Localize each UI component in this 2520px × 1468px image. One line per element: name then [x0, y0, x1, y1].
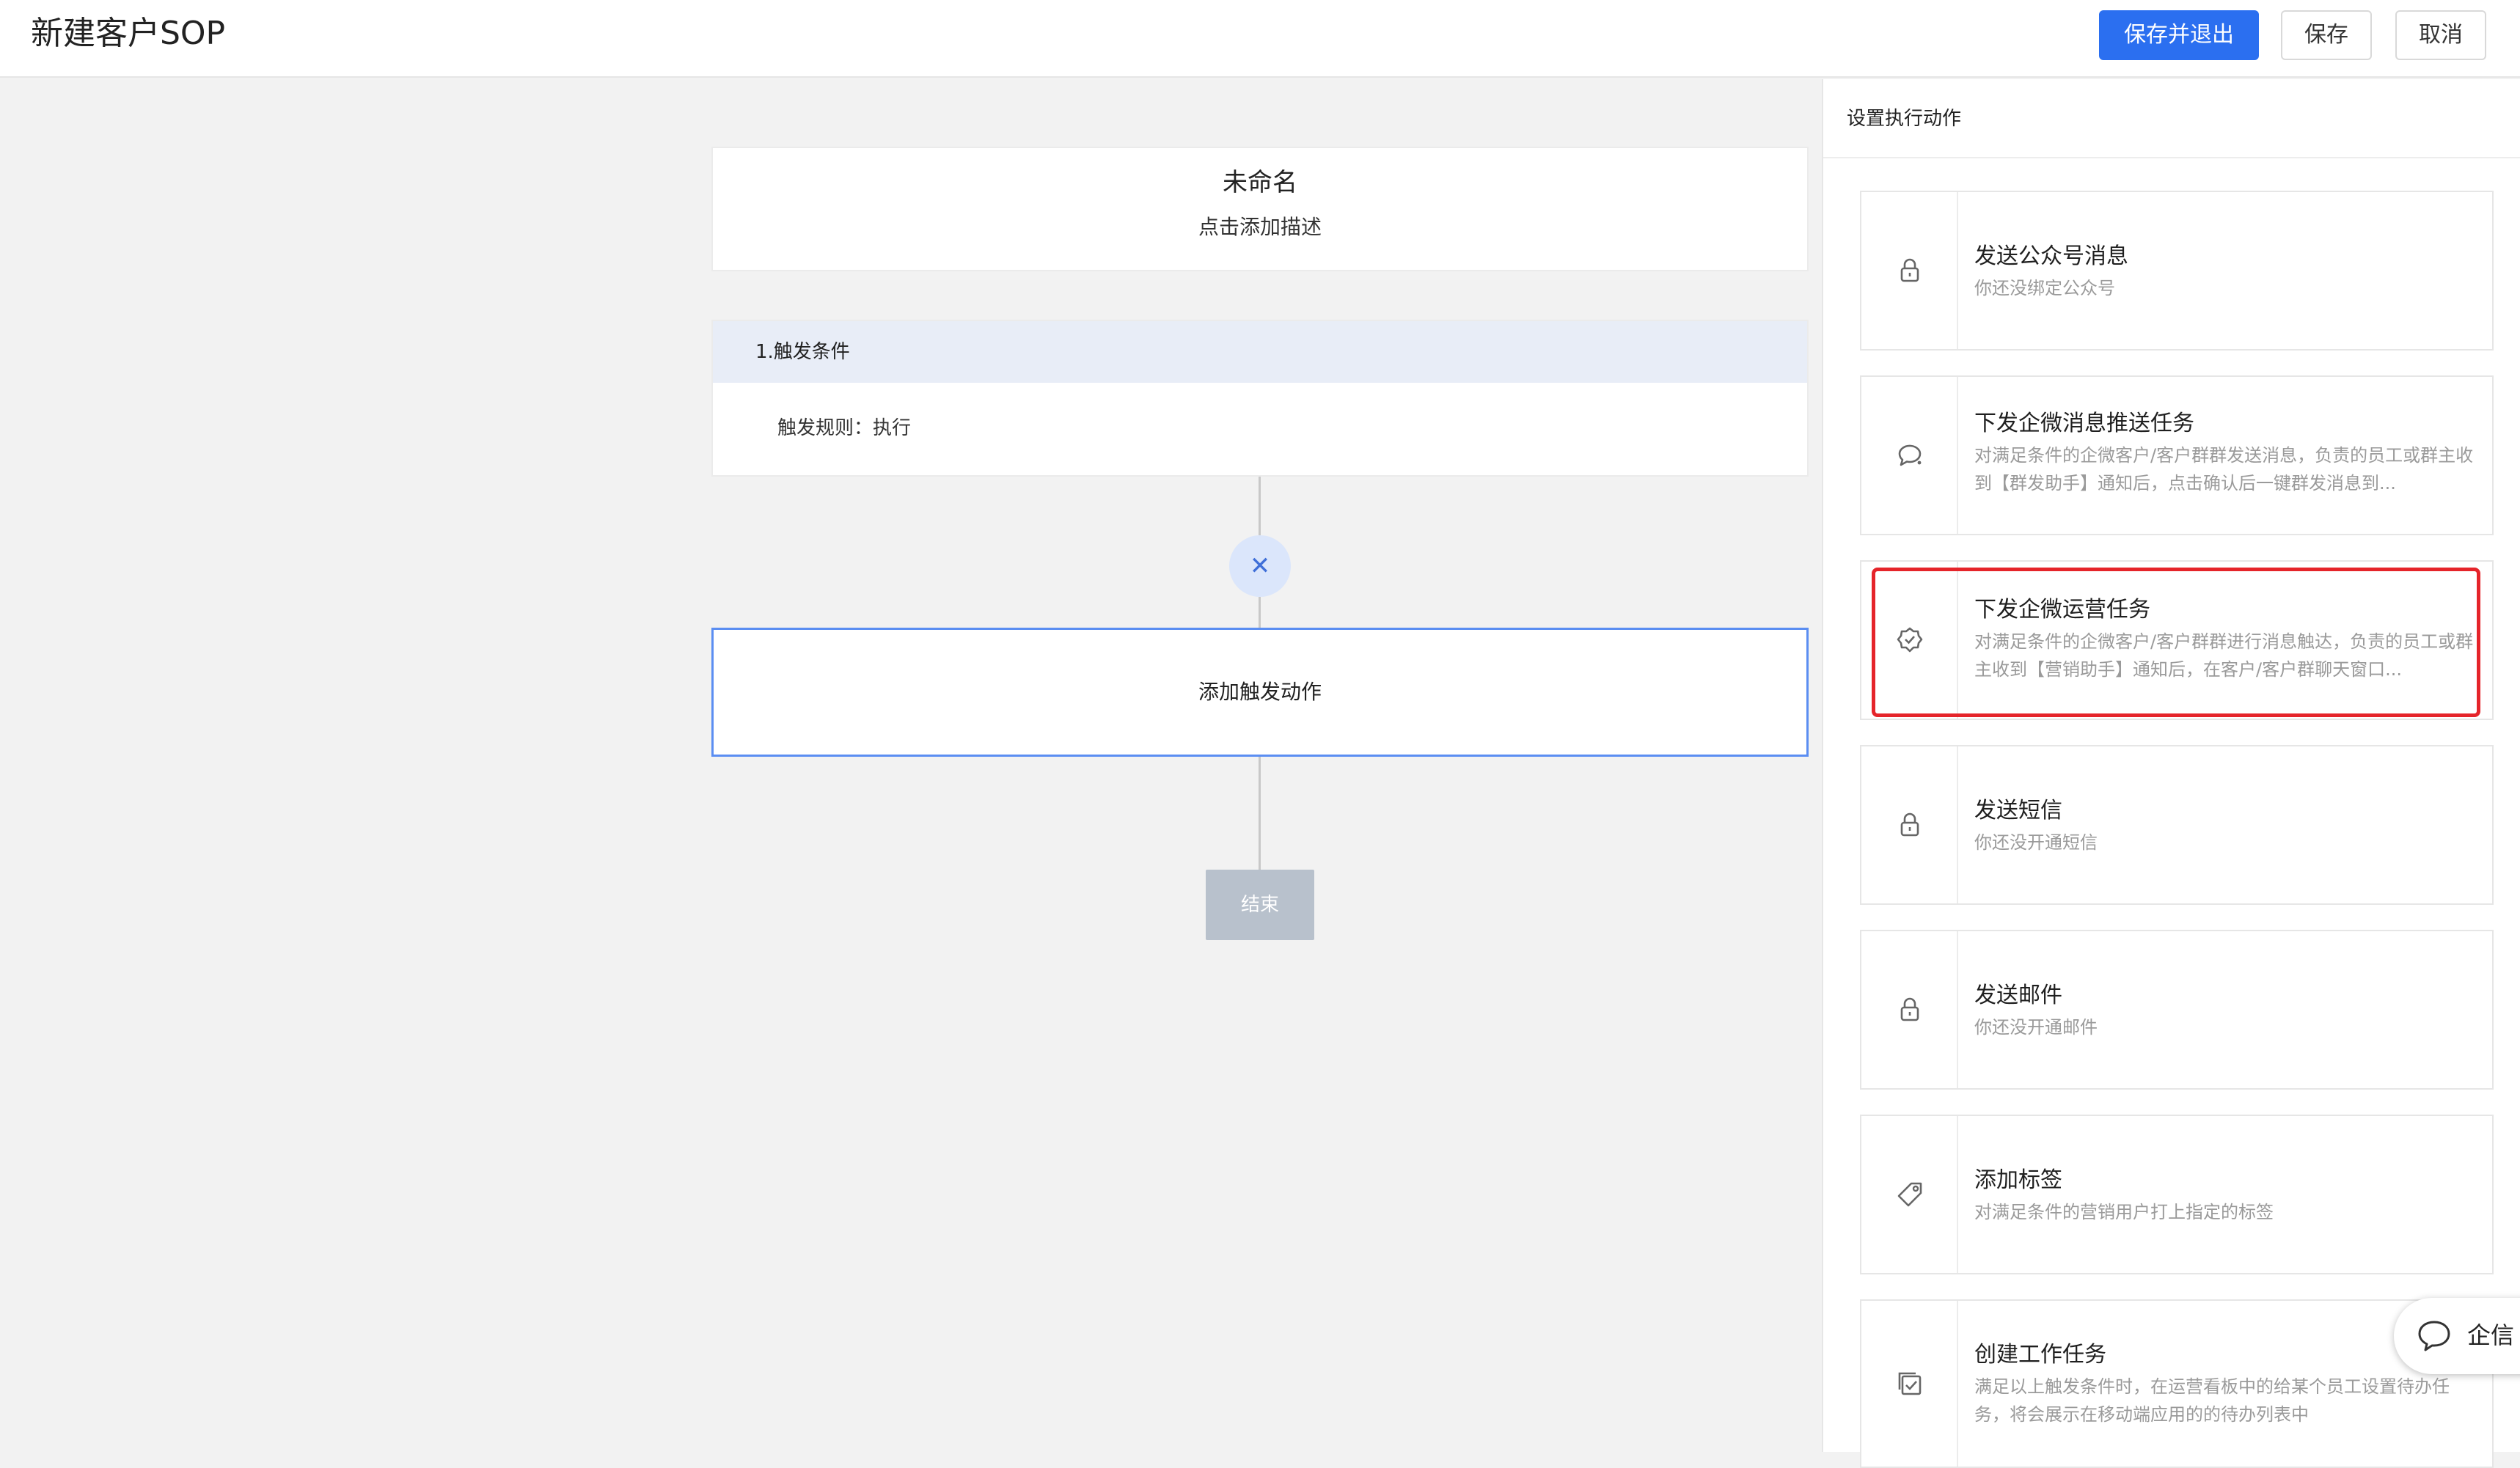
top-header: 新建客户SOP 保存并退出 保存 取消 — [0, 0, 2520, 78]
add-trigger-action-box[interactable]: 添加触发动作 — [711, 628, 1809, 757]
tag-icon — [1897, 1182, 1922, 1207]
cancel-button[interactable]: 取消 — [2395, 10, 2486, 60]
remove-node-button[interactable]: ✕ — [1229, 535, 1291, 597]
trigger-rule: 触发规则：执行 — [777, 417, 912, 439]
action-card-email[interactable]: 发送邮件 你还没开通邮件 — [1860, 930, 2494, 1090]
connector-line — [1259, 597, 1261, 628]
sop-description[interactable]: 点击添加描述 — [713, 213, 1807, 242]
badge-icon — [1897, 627, 1923, 653]
close-icon: ✕ — [1249, 551, 1271, 581]
sop-name-card[interactable]: 未命名 点击添加描述 — [711, 147, 1809, 271]
action-desc: 你还没开通短信 — [1974, 832, 2098, 853]
connector-line — [1259, 757, 1261, 870]
action-desc: 你还没绑定公众号 — [1974, 278, 2115, 298]
action-name: 发送公众号消息 — [1974, 243, 2128, 269]
action-desc: 对满足条件的营销用户打上指定的标签 — [1974, 1202, 2274, 1222]
action-desc: 你还没开通邮件 — [1974, 1017, 2098, 1038]
action-card-official-account[interactable]: 发送公众号消息 你还没绑定公众号 — [1860, 191, 2494, 351]
page-title: 新建客户SOP — [31, 15, 226, 52]
end-node: 结束 — [1206, 870, 1314, 940]
lock-icon — [1900, 997, 1919, 1021]
chat-widget[interactable]: 企信 — [2394, 1298, 2520, 1374]
save-button[interactable]: 保存 — [2281, 10, 2372, 60]
action-card-wecom-ops-task[interactable]: 下发企微运营任务 对满足条件的企微客户/客户群群进行消息触达，负责的员工或群主收… — [1860, 560, 2494, 720]
panel-title: 设置执行动作 — [1823, 79, 2520, 158]
action-name: 下发企微消息推送任务 — [1974, 411, 2194, 436]
sop-name[interactable]: 未命名 — [713, 164, 1807, 201]
save-and-exit-button[interactable]: 保存并退出 — [2099, 10, 2259, 60]
chat-widget-label: 企信 — [2467, 1321, 2515, 1349]
action-name: 下发企微运营任务 — [1974, 597, 2150, 623]
chat-icon — [1898, 444, 1922, 466]
lock-icon — [1900, 812, 1919, 837]
action-name: 创建工作任务 — [1974, 1342, 2106, 1368]
action-card-add-tag[interactable]: 添加标签 对满足条件的营销用户打上指定的标签 — [1860, 1115, 2494, 1274]
flow-canvas: 未命名 点击添加描述 1.触发条件 触发规则：执行 ✕ 添加触发动作 结束 — [0, 79, 1822, 1452]
speech-bubble-icon — [2418, 1321, 2450, 1351]
action-desc: 满足以上触发条件时，在运营看板中的给某个员工设置待办任务，将会展示在移动端应用的… — [1974, 1376, 2450, 1425]
action-name: 发送邮件 — [1974, 983, 2062, 1008]
lock-icon — [1900, 258, 1919, 282]
action-desc: 对满足条件的企微客户/客户群群发送消息，负责的员工或群主收到【群发助手】通知后，… — [1974, 445, 2474, 493]
action-card-wecom-message-push[interactable]: 下发企微消息推送任务 对满足条件的企微客户/客户群群发送消息，负责的员工或群主收… — [1860, 375, 2494, 535]
action-card-sms[interactable]: 发送短信 你还没开通短信 — [1860, 745, 2494, 905]
trigger-condition-card[interactable]: 1.触发条件 触发规则：执行 — [711, 320, 1809, 477]
task-icon — [1898, 1372, 1922, 1395]
action-name: 添加标签 — [1974, 1167, 2062, 1193]
action-settings-panel: 设置执行动作 发送公众号消息 你还没绑定公众号 下发企微消息推送任务 对满足条件… — [1822, 79, 2520, 1468]
action-name: 发送短信 — [1974, 798, 2062, 823]
action-desc: 对满足条件的企微客户/客户群群进行消息触达，负责的员工或群主收到【营销助手】通知… — [1974, 631, 2474, 680]
connector-line — [1259, 477, 1261, 535]
trigger-condition-title: 1.触发条件 — [713, 321, 1807, 383]
